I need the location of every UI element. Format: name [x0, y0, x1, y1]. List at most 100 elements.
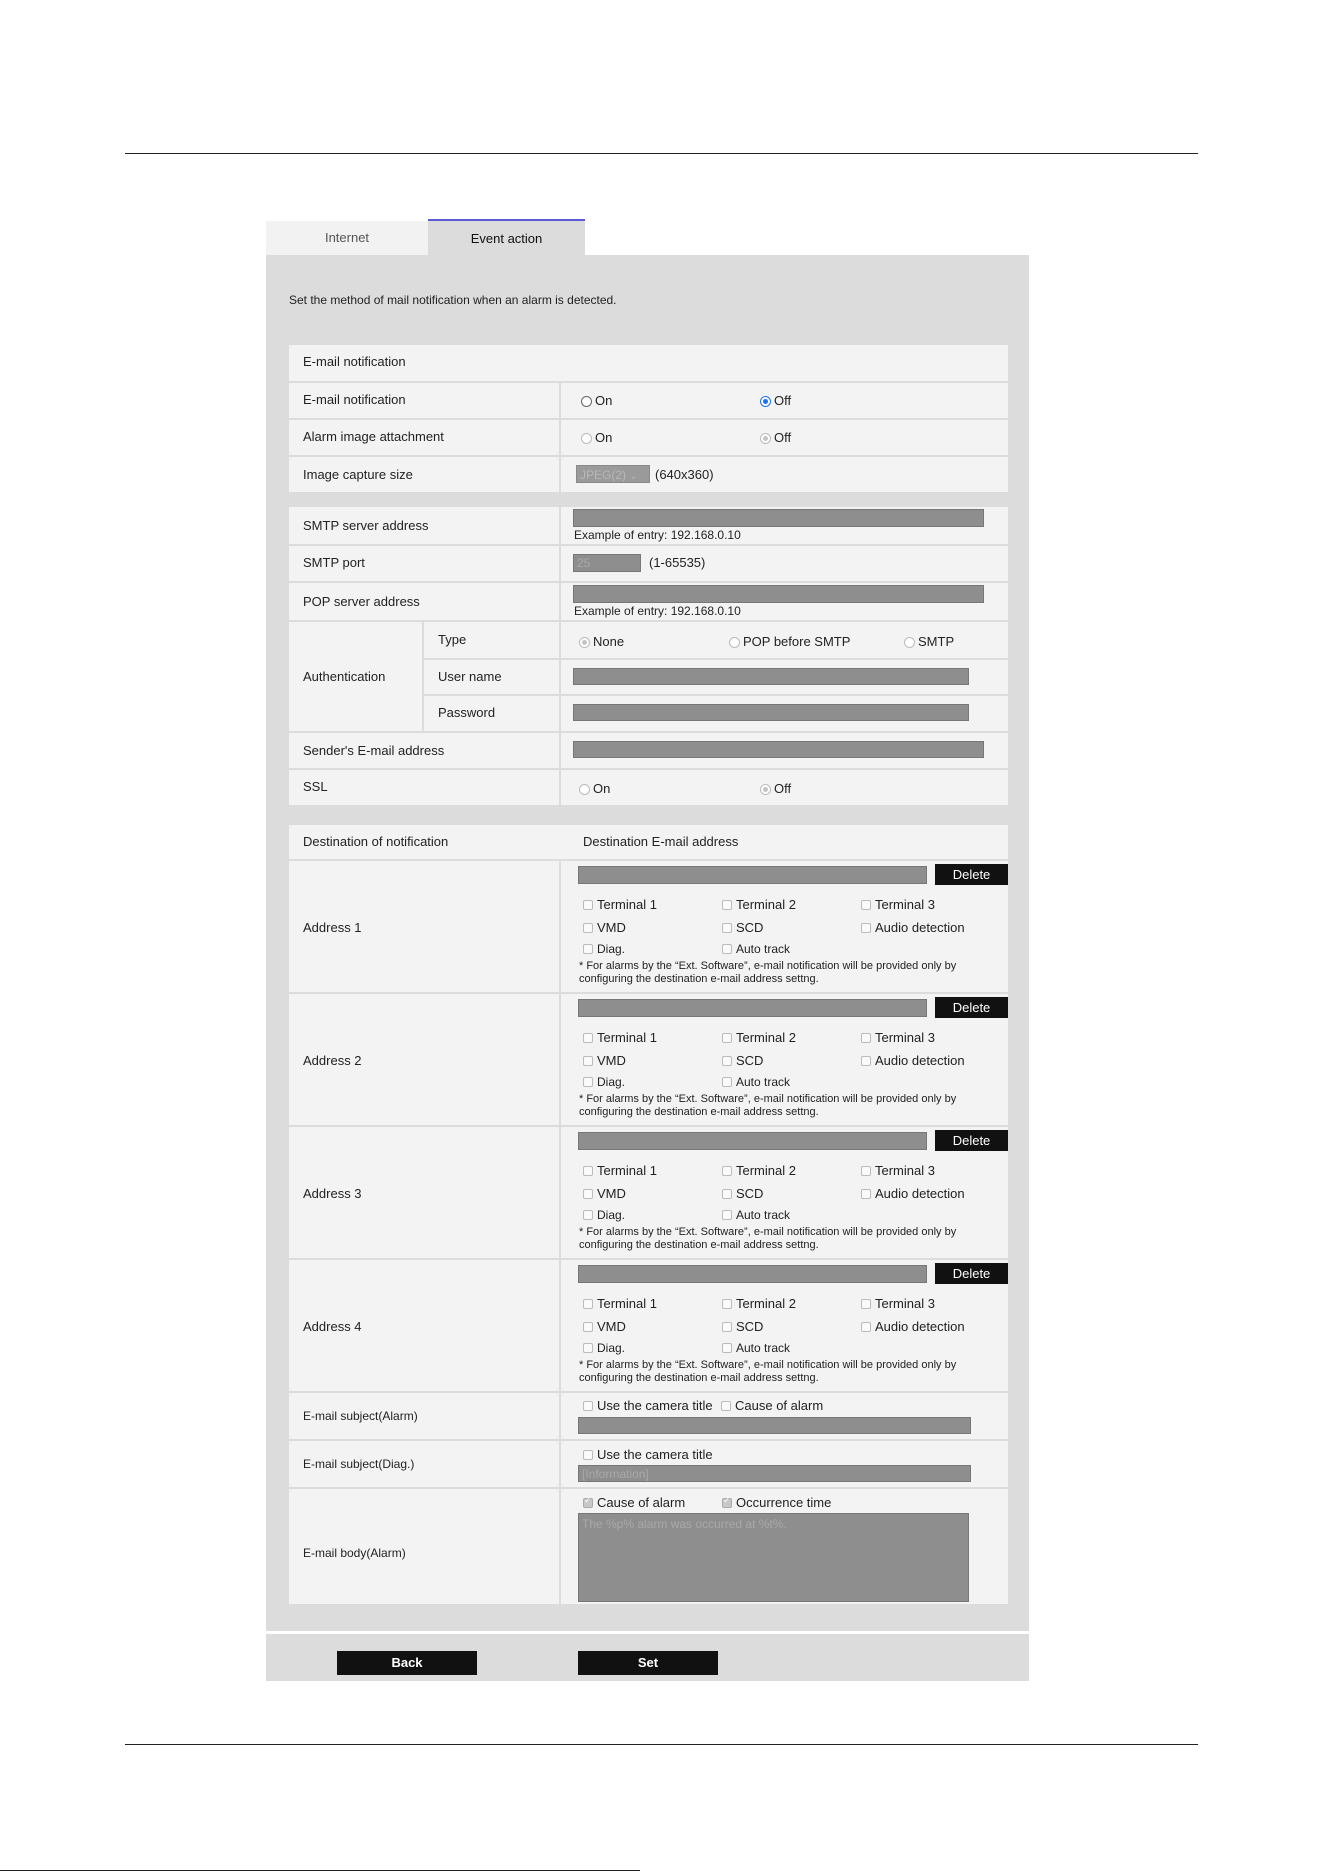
checkbox-icon[interactable]: [722, 1033, 732, 1043]
diag-checkbox[interactable]: Diag.: [583, 1341, 625, 1355]
checkbox-icon[interactable]: [722, 944, 732, 954]
terminal-1-checkbox[interactable]: Terminal 1: [583, 897, 657, 912]
email-subject-diag-input[interactable]: [Information]: [578, 1465, 971, 1482]
body-cause-of-alarm-checkbox[interactable]: Cause of alarm: [583, 1495, 685, 1510]
checkbox-icon[interactable]: [583, 1210, 593, 1220]
checkbox-icon[interactable]: [583, 1033, 593, 1043]
terminal-1-checkbox[interactable]: Terminal 1: [583, 1163, 657, 1178]
smtp-server-input[interactable]: [573, 509, 984, 527]
delete-button[interactable]: Delete: [935, 1130, 1008, 1151]
checkbox-icon[interactable]: [583, 1495, 593, 1508]
checkbox-icon[interactable]: [722, 1495, 732, 1508]
email-subject-alarm-input[interactable]: [578, 1417, 971, 1434]
attachment-off[interactable]: Off: [760, 430, 791, 445]
terminal-1-checkbox[interactable]: Terminal 1: [583, 1030, 657, 1045]
pop-server-input[interactable]: [573, 585, 984, 603]
terminal-2-checkbox[interactable]: Terminal 2: [722, 897, 796, 912]
checkbox-icon[interactable]: [583, 1401, 593, 1411]
radio-icon[interactable]: [581, 433, 592, 444]
terminal-3-checkbox[interactable]: Terminal 3: [861, 1296, 935, 1311]
radio-icon[interactable]: [729, 637, 740, 648]
delete-button[interactable]: Delete: [935, 1263, 1008, 1284]
checkbox-icon[interactable]: [861, 900, 871, 910]
tab-event-action[interactable]: Event action: [428, 219, 585, 257]
email-notification-off[interactable]: Off: [760, 393, 791, 408]
radio-icon[interactable]: [579, 784, 590, 795]
checkbox-icon[interactable]: [722, 1322, 732, 1332]
body-occurrence-time-checkbox[interactable]: Occurrence time: [722, 1495, 831, 1510]
checkbox-icon[interactable]: [861, 1166, 871, 1176]
user-name-input[interactable]: [573, 668, 969, 685]
checkbox-icon[interactable]: [861, 923, 871, 933]
cause-of-alarm-checkbox[interactable]: Cause of alarm: [721, 1398, 823, 1413]
auth-type-none[interactable]: None: [579, 634, 624, 649]
checkbox-icon[interactable]: [722, 1056, 732, 1066]
radio-icon[interactable]: [760, 396, 771, 407]
checkbox-icon[interactable]: [583, 1343, 593, 1353]
audio-detection-checkbox[interactable]: Audio detection: [861, 1319, 965, 1334]
diag-use-camera-title-checkbox[interactable]: Use the camera title: [583, 1447, 713, 1462]
scd-checkbox[interactable]: SCD: [722, 920, 763, 935]
checkbox-icon[interactable]: [722, 1343, 732, 1353]
checkbox-icon[interactable]: [583, 1189, 593, 1199]
address-email-input[interactable]: [578, 1265, 927, 1283]
checkbox-icon[interactable]: [722, 1210, 732, 1220]
checkbox-icon[interactable]: [583, 923, 593, 933]
checkbox-icon[interactable]: [583, 1166, 593, 1176]
use-camera-title-checkbox[interactable]: Use the camera title: [583, 1398, 713, 1413]
terminal-2-checkbox[interactable]: Terminal 2: [722, 1296, 796, 1311]
address-email-input[interactable]: [578, 999, 927, 1017]
audio-detection-checkbox[interactable]: Audio detection: [861, 1186, 965, 1201]
attachment-on[interactable]: On: [581, 430, 612, 445]
checkbox-icon[interactable]: [722, 1077, 732, 1087]
checkbox-icon[interactable]: [583, 1077, 593, 1087]
scd-checkbox[interactable]: SCD: [722, 1319, 763, 1334]
terminal-2-checkbox[interactable]: Terminal 2: [722, 1030, 796, 1045]
audio-detection-checkbox[interactable]: Audio detection: [861, 1053, 965, 1068]
radio-icon[interactable]: [904, 637, 915, 648]
delete-button[interactable]: Delete: [935, 997, 1008, 1018]
tab-internet[interactable]: Internet: [266, 221, 428, 255]
radio-icon[interactable]: [579, 637, 590, 648]
ssl-on[interactable]: On: [579, 781, 610, 796]
diag-checkbox[interactable]: Diag.: [583, 1208, 625, 1222]
scd-checkbox[interactable]: SCD: [722, 1053, 763, 1068]
password-input[interactable]: [573, 704, 969, 721]
email-body-textarea[interactable]: The %p% alarm was occurred at %t%.: [578, 1513, 969, 1602]
diag-checkbox[interactable]: Diag.: [583, 1075, 625, 1089]
vmd-checkbox[interactable]: VMD: [583, 920, 626, 935]
address-email-input[interactable]: [578, 1132, 927, 1150]
terminal-3-checkbox[interactable]: Terminal 3: [861, 1163, 935, 1178]
auto-track-checkbox[interactable]: Auto track: [722, 1208, 790, 1222]
diag-checkbox[interactable]: Diag.: [583, 942, 625, 956]
terminal-2-checkbox[interactable]: Terminal 2: [722, 1163, 796, 1178]
radio-icon[interactable]: [760, 784, 771, 795]
checkbox-icon[interactable]: [722, 900, 732, 910]
terminal-3-checkbox[interactable]: Terminal 3: [861, 897, 935, 912]
checkbox-icon[interactable]: [721, 1401, 731, 1411]
sender-email-input[interactable]: [573, 741, 984, 758]
set-button[interactable]: Set: [578, 1651, 718, 1675]
capture-size-select[interactable]: JPEG(2) ⌄: [576, 465, 650, 483]
auto-track-checkbox[interactable]: Auto track: [722, 1075, 790, 1089]
checkbox-icon[interactable]: [583, 900, 593, 910]
audio-detection-checkbox[interactable]: Audio detection: [861, 920, 965, 935]
checkbox-icon[interactable]: [583, 1299, 593, 1309]
checkbox-icon[interactable]: [583, 1056, 593, 1066]
terminal-3-checkbox[interactable]: Terminal 3: [861, 1030, 935, 1045]
vmd-checkbox[interactable]: VMD: [583, 1319, 626, 1334]
auth-type-pop[interactable]: POP before SMTP: [729, 634, 850, 649]
address-email-input[interactable]: [578, 866, 927, 884]
checkbox-icon[interactable]: [861, 1189, 871, 1199]
auth-type-smtp[interactable]: SMTP: [904, 634, 954, 649]
email-notification-on[interactable]: On: [581, 393, 612, 408]
checkbox-icon[interactable]: [722, 1299, 732, 1309]
back-button[interactable]: Back: [337, 1651, 477, 1675]
radio-icon[interactable]: [581, 396, 592, 407]
checkbox-icon[interactable]: [722, 923, 732, 933]
checkbox-icon[interactable]: [861, 1056, 871, 1066]
smtp-port-input[interactable]: 25: [573, 554, 641, 572]
vmd-checkbox[interactable]: VMD: [583, 1186, 626, 1201]
checkbox-icon[interactable]: [583, 1450, 593, 1460]
auto-track-checkbox[interactable]: Auto track: [722, 1341, 790, 1355]
